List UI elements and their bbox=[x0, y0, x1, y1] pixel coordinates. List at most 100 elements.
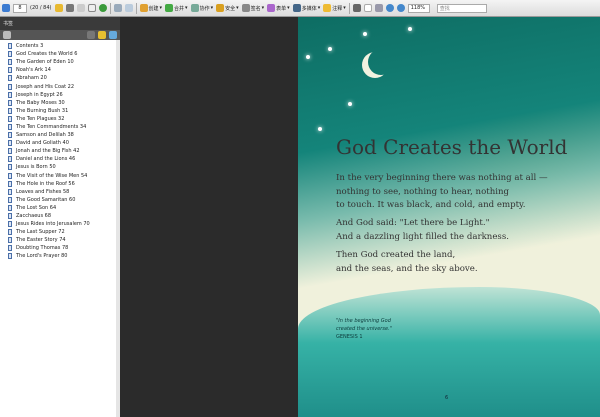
bookmark-icon bbox=[8, 188, 12, 195]
zoom-out-icon[interactable] bbox=[385, 4, 394, 12]
bookmark-icon bbox=[8, 140, 12, 147]
bookmark-item[interactable]: Daniel and the Lions 46 bbox=[0, 155, 120, 163]
select-text-icon[interactable] bbox=[352, 4, 361, 12]
bookmark-icon bbox=[8, 99, 12, 106]
star-icon bbox=[318, 127, 322, 131]
bookmark-icon bbox=[8, 123, 12, 130]
forms-button[interactable]: 表单 ▾ bbox=[267, 4, 290, 12]
bookmark-label: Contents 3 bbox=[16, 43, 44, 50]
bookmark-item[interactable]: Doubting Thomas 78 bbox=[0, 244, 120, 252]
sign-button[interactable]: 签名 ▾ bbox=[241, 4, 264, 12]
bookmark-item[interactable]: The Burning Bush 31 bbox=[0, 107, 120, 115]
bookmark-item[interactable]: The Garden of Eden 10 bbox=[0, 58, 120, 66]
star-icon bbox=[348, 102, 352, 106]
bookmark-label: The Hole in the Roof 56 bbox=[16, 180, 75, 187]
print-icon[interactable] bbox=[65, 4, 74, 12]
combine-button[interactable]: 合并 ▾ bbox=[165, 4, 188, 12]
bookmark-item[interactable]: David and Goliath 40 bbox=[0, 139, 120, 147]
bookmark-item[interactable]: Contents 3 bbox=[0, 42, 120, 50]
options-icon[interactable] bbox=[3, 31, 11, 39]
open-icon[interactable] bbox=[54, 4, 63, 12]
bookmark-icon bbox=[8, 67, 12, 74]
star-icon bbox=[328, 47, 332, 51]
expand-icon[interactable] bbox=[109, 31, 117, 39]
bookmark-item[interactable]: Abraham 20 bbox=[0, 74, 120, 82]
bookmarks-title: 书签 bbox=[0, 17, 120, 30]
bookmark-item[interactable]: Joseph and His Coat 22 bbox=[0, 82, 120, 90]
collaborate-button[interactable]: 协作 ▾ bbox=[190, 4, 213, 12]
bookmark-item[interactable]: The Ten Plagues 32 bbox=[0, 115, 120, 123]
bookmark-label: Jonah and the Big Fish 42 bbox=[16, 148, 80, 155]
bookmark-label: The Lord's Prayer 80 bbox=[16, 253, 68, 260]
bookmark-item[interactable]: Samson and Delilah 38 bbox=[0, 131, 120, 139]
web-icon[interactable] bbox=[98, 4, 107, 12]
secure-button[interactable]: 安全 ▾ bbox=[216, 4, 239, 12]
bookmark-label: The Ten Plagues 32 bbox=[16, 115, 65, 122]
page-title: God Creates the World bbox=[336, 135, 568, 159]
bookmark-item[interactable]: The Ten Commandments 34 bbox=[0, 123, 120, 131]
page-number-input[interactable]: 8 bbox=[13, 3, 27, 13]
save-icon[interactable] bbox=[76, 4, 85, 12]
zoom-in-icon[interactable] bbox=[396, 4, 405, 12]
bookmark-item[interactable]: The Lord's Prayer 80 bbox=[0, 252, 120, 260]
bookmark-item[interactable]: The Visit of the Wise Men 54 bbox=[0, 172, 120, 180]
collaborate-icon bbox=[190, 4, 199, 12]
bookmark-label: The Easter Story 74 bbox=[16, 237, 66, 244]
find-input[interactable]: 查找 bbox=[436, 3, 487, 13]
star-icon bbox=[306, 55, 310, 59]
bookmark-icon bbox=[8, 204, 12, 211]
sidebar-scrollbar[interactable] bbox=[116, 40, 120, 417]
full-screen-icon[interactable] bbox=[124, 4, 133, 12]
bookmark-label: The Ten Commandments 34 bbox=[16, 123, 87, 130]
bookmark-item[interactable]: Jesus Rides into Jerusalem 70 bbox=[0, 220, 120, 228]
bookmark-item[interactable]: Noah's Ark 14 bbox=[0, 66, 120, 74]
zoom-level-select[interactable]: 118% bbox=[407, 3, 430, 13]
bookmark-item[interactable]: Zacchaeus 68 bbox=[0, 212, 120, 220]
bookmark-item[interactable]: The Last Supper 72 bbox=[0, 228, 120, 236]
bookmarks-toolbar bbox=[0, 30, 120, 40]
bookmark-icon bbox=[8, 132, 12, 139]
previous-page-icon[interactable] bbox=[2, 4, 10, 12]
create-button[interactable]: 创建 ▾ bbox=[139, 4, 162, 12]
bookmark-label: Zacchaeus 68 bbox=[16, 213, 52, 220]
new-bookmark-icon[interactable] bbox=[98, 31, 106, 39]
bookmark-item[interactable]: Joseph in Egypt 26 bbox=[0, 91, 120, 99]
bookmark-label: Joseph and His Coat 22 bbox=[16, 83, 75, 90]
bookmark-icon bbox=[8, 59, 12, 66]
page-number: 6 bbox=[445, 395, 449, 401]
bookmark-icon bbox=[8, 83, 12, 90]
multimedia-icon bbox=[292, 4, 301, 12]
delete-icon[interactable] bbox=[87, 31, 95, 39]
paragraph-1: In the very beginning there was nothing … bbox=[336, 173, 548, 210]
hand-tool-icon[interactable] bbox=[363, 4, 372, 12]
bookmark-item[interactable]: The Good Samaritan 60 bbox=[0, 196, 120, 204]
bookmark-icon bbox=[8, 51, 12, 58]
sea-illustration bbox=[298, 287, 600, 417]
bookmark-item[interactable]: Loaves and Fishes 58 bbox=[0, 188, 120, 196]
bookmark-label: Daniel and the Lions 46 bbox=[16, 156, 76, 163]
bookmark-icon bbox=[8, 253, 12, 260]
email-icon[interactable] bbox=[87, 4, 96, 12]
bookmark-item[interactable]: The Hole in the Roof 56 bbox=[0, 180, 120, 188]
bookmark-icon bbox=[8, 229, 12, 236]
paragraph-3: Then God created the land, and the seas, … bbox=[336, 250, 478, 274]
bookmark-item[interactable]: Jonah and the Big Fish 42 bbox=[0, 147, 120, 155]
bookmark-label: The Visit of the Wise Men 54 bbox=[16, 172, 88, 179]
bookmark-item[interactable]: The Baby Moses 30 bbox=[0, 99, 120, 107]
bookmark-item[interactable]: God Creates the World 6 bbox=[0, 50, 120, 58]
forms-icon bbox=[267, 4, 276, 12]
toolbar: 8 (20 / 84) 创建 ▾ 合并 ▾ 协作 ▾ 安全 ▾ 签名 ▾ 表单 ▾ 多媒体 ▾… bbox=[0, 0, 600, 17]
bookmark-item[interactable]: The Lost Son 64 bbox=[0, 204, 120, 212]
bookmark-item[interactable]: The Easter Story 74 bbox=[0, 236, 120, 244]
bookmarks-panel: 书签 Contents 3 God Creates the World 6 The … bbox=[0, 17, 120, 417]
bookmark-label: The Lost Son 64 bbox=[16, 204, 57, 211]
fit-page-icon[interactable] bbox=[113, 4, 122, 12]
zoom-tool-icon[interactable] bbox=[374, 4, 383, 12]
bookmark-item[interactable]: Jesus is Born 50 bbox=[0, 163, 120, 171]
bookmark-label: Jesus Rides into Jerusalem 70 bbox=[16, 221, 90, 228]
bookmark-icon bbox=[8, 148, 12, 155]
bookmark-label: Loaves and Fishes 58 bbox=[16, 188, 70, 195]
multimedia-button[interactable]: 多媒体 ▾ bbox=[292, 4, 320, 12]
comment-button[interactable]: 注释 ▾ bbox=[323, 4, 346, 12]
bookmark-label: Abraham 20 bbox=[16, 75, 47, 82]
